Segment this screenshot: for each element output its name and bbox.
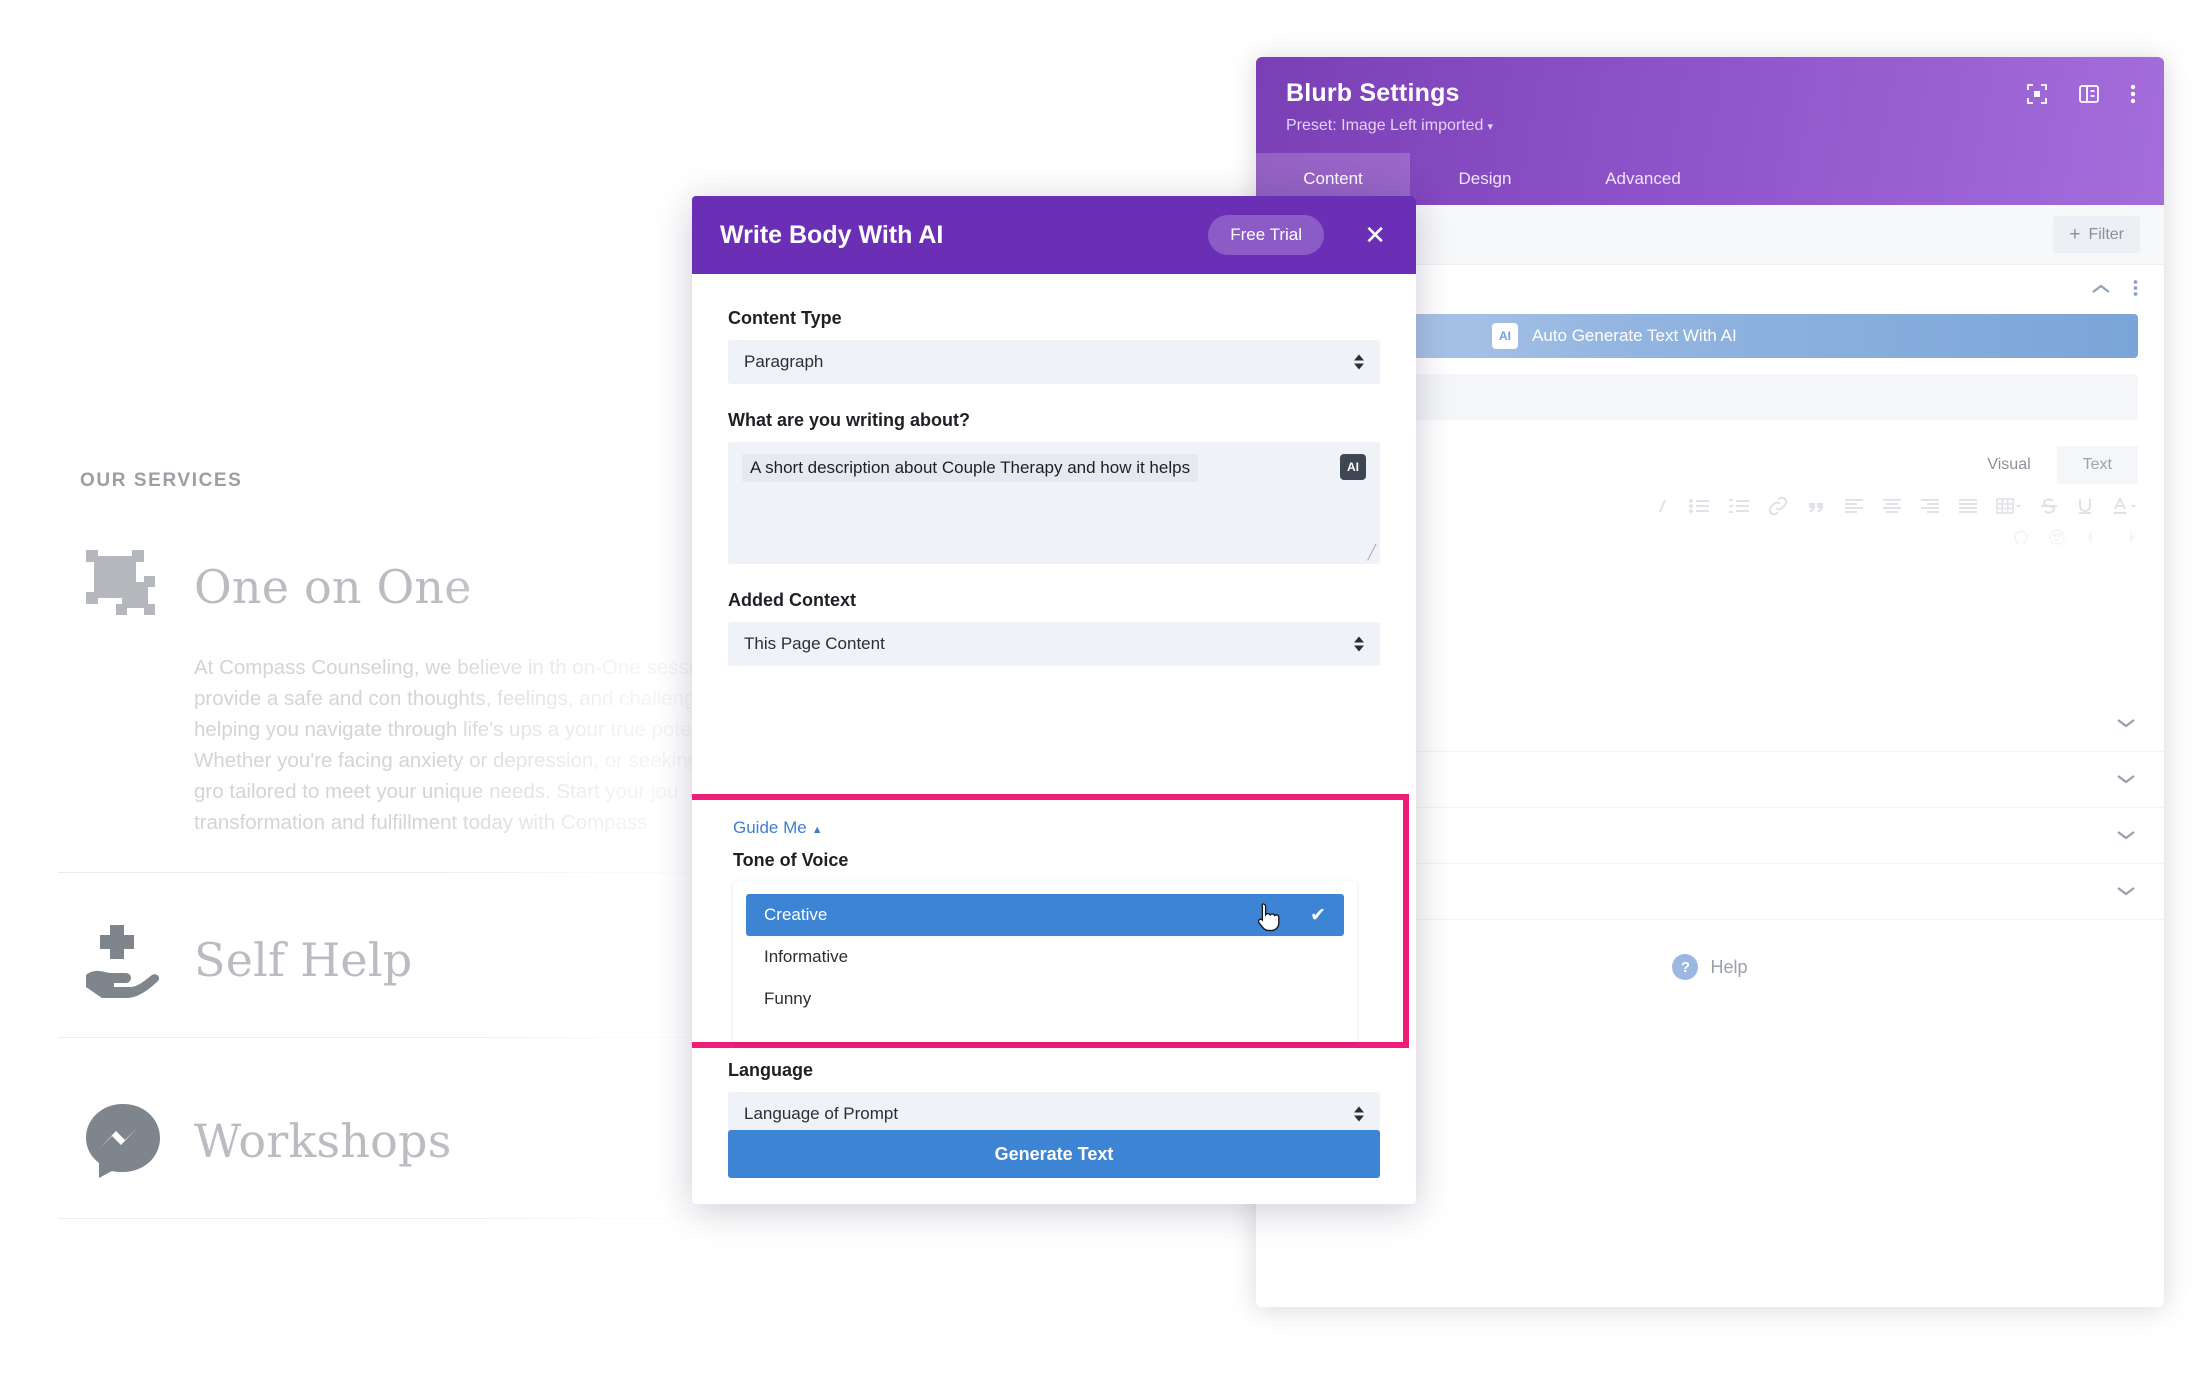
guide-me-highlight-box: Guide Me ▲ Tone of Voice Creative ✔ Info… [692, 794, 1409, 1048]
modal-header: Write Body With AI Free Trial ✕ [692, 196, 1416, 274]
added-context-label: Added Context [728, 590, 856, 610]
tone-option-creative[interactable]: Creative ✔ [746, 894, 1344, 936]
prompt-label: What are you writing about? [728, 410, 970, 430]
tone-option-funny[interactable]: Funny [746, 978, 1344, 1020]
divider [58, 1218, 1238, 1219]
preset-selector[interactable]: Preset: Image Left imported ▾ [1286, 117, 2134, 135]
add-filter-button[interactable]: + Filter [2053, 216, 2140, 253]
filter-label: Filter [2088, 225, 2124, 243]
content-type-value: Paragraph [744, 352, 824, 371]
service-title: Workshops [194, 1114, 452, 1168]
service-title: Self Help [194, 933, 413, 987]
table-icon[interactable] [1996, 497, 2022, 515]
underline-icon[interactable] [2076, 496, 2094, 516]
chevron-down-icon [2116, 714, 2136, 734]
kebab-menu-icon[interactable] [2133, 279, 2138, 302]
tab-label: Advanced [1605, 169, 1681, 188]
text-color-icon[interactable] [2112, 496, 2138, 516]
outdent-icon[interactable] [2084, 529, 2102, 545]
tab-label: Content [1303, 169, 1363, 188]
modal-footer: Generate Text [692, 1130, 1416, 1204]
service-title: One on One [194, 560, 472, 614]
align-center-icon[interactable] [1882, 497, 1902, 515]
one-on-one-icon [80, 544, 166, 630]
helping-hand-icon [80, 917, 166, 1003]
generate-text-button[interactable]: Generate Text [728, 1130, 1380, 1178]
question-mark-icon: ? [1672, 954, 1699, 980]
chevron-down-icon [2116, 770, 2136, 790]
resize-grip-icon[interactable]: ╱ [1368, 544, 1376, 561]
settings-header: Blurb Settings Preset: Image Left import… [1256, 57, 2164, 205]
preset-label: Preset: Image Left imported [1286, 117, 1484, 134]
align-right-icon[interactable] [1920, 497, 1940, 515]
select-spinner-icon [1354, 636, 1364, 652]
help-label: Help [1710, 956, 1748, 977]
ai-badge-icon: AI [1492, 323, 1518, 349]
prompt-value: A short description about Couple Therapy… [742, 454, 1199, 482]
tone-of-voice-dropdown: Creative ✔ Informative Funny [733, 881, 1357, 1042]
guide-me-label: Guide Me [733, 818, 807, 837]
tab-text[interactable]: Text [2056, 446, 2138, 484]
modal-body: Content Type Paragraph What are you writ… [692, 274, 1416, 1136]
emoji-icon[interactable] [2048, 528, 2066, 546]
chevron-down-icon [2116, 882, 2136, 902]
tab-visual[interactable]: Visual [1961, 446, 2057, 484]
kebab-menu-icon[interactable] [2130, 83, 2136, 105]
chevron-down-icon [2116, 826, 2136, 846]
chevron-down-icon: ▾ [1487, 121, 1493, 133]
added-context-select[interactable]: This Page Content [728, 622, 1380, 666]
free-trial-badge[interactable]: Free Trial [1208, 215, 1324, 255]
align-justify-icon[interactable] [1958, 497, 1978, 515]
tab-design[interactable]: Design [1410, 153, 1560, 205]
strikethrough-icon[interactable] [2040, 496, 2058, 516]
layout-panel-icon[interactable] [2078, 83, 2100, 105]
close-icon[interactable]: ✕ [1364, 222, 1386, 248]
select-spinner-icon [1354, 1106, 1364, 1122]
ai-badge-icon[interactable]: AI [1340, 454, 1366, 480]
language-value: Language of Prompt [744, 1104, 899, 1123]
tab-label: Text [2082, 456, 2112, 473]
italic-icon[interactable] [1654, 496, 1670, 516]
tone-option-label: Funny [764, 989, 812, 1008]
tab-label: Design [1458, 169, 1512, 188]
language-label: Language [728, 1060, 814, 1080]
prompt-textarea[interactable]: A short description about Couple Therapy… [728, 442, 1380, 564]
tone-of-voice-label: Tone of Voice [733, 850, 849, 870]
auto-generate-label: Auto Generate Text With AI [1532, 326, 1737, 345]
chevron-up-icon[interactable] [2091, 282, 2111, 300]
numbered-list-icon[interactable] [1728, 496, 1750, 516]
page-title: Blurb Settings [1286, 79, 1460, 107]
tab-advanced[interactable]: Advanced [1560, 153, 1726, 205]
fullscreen-icon[interactable] [2026, 83, 2048, 105]
check-icon: ✔ [1310, 904, 1326, 926]
added-context-value: This Page Content [744, 634, 885, 653]
write-body-with-ai-modal: Write Body With AI Free Trial ✕ Content … [692, 196, 1416, 1204]
link-icon[interactable] [1768, 496, 1788, 516]
tone-option-label: Informative [764, 947, 849, 966]
bullet-list-icon[interactable] [1688, 496, 1710, 516]
plus-icon: + [2069, 224, 2081, 245]
align-left-icon[interactable] [1844, 497, 1864, 515]
tone-option-label: Creative [764, 905, 828, 924]
omega-icon[interactable] [2012, 528, 2030, 546]
indent-icon[interactable] [2120, 529, 2138, 545]
cursor-pointer-icon [1256, 902, 1282, 937]
content-type-label: Content Type [728, 308, 842, 328]
tab-label: Visual [1987, 456, 2031, 473]
chevron-up-icon: ▲ [811, 824, 823, 836]
select-spinner-icon [1354, 354, 1364, 370]
messenger-bubble-icon [80, 1098, 166, 1184]
content-type-select[interactable]: Paragraph [728, 340, 1380, 384]
guide-me-toggle[interactable]: Guide Me ▲ [733, 818, 1357, 838]
modal-title: Write Body With AI [720, 220, 944, 249]
tone-option-informative[interactable]: Informative [746, 936, 1344, 978]
blockquote-icon[interactable] [1806, 496, 1826, 516]
